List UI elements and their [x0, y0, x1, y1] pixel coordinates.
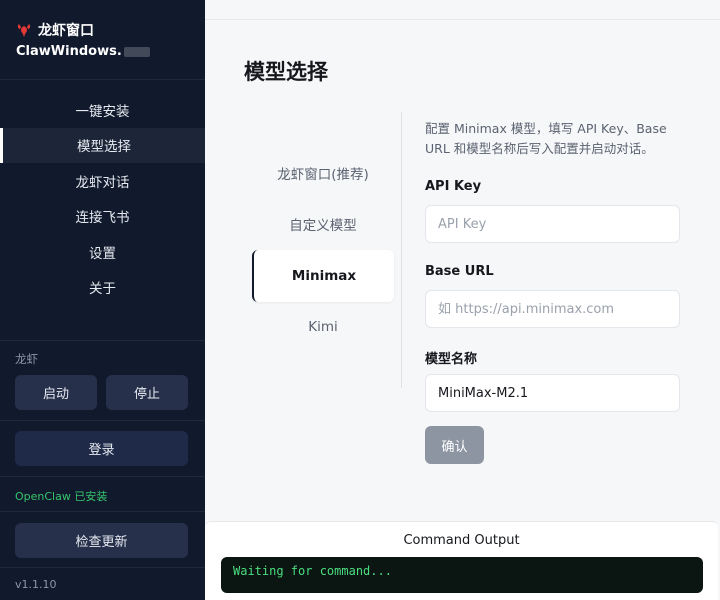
- config-form: 配置 Minimax 模型，填写 API Key、Base URL 和模型名称后…: [425, 119, 681, 464]
- divider: [0, 340, 205, 341]
- app-title: 龙虾窗口: [38, 23, 94, 39]
- page-title: 模型选择: [244, 60, 328, 84]
- confirm-button[interactable]: 确认: [425, 426, 484, 464]
- divider: [0, 420, 205, 421]
- sidebar-item-feishu[interactable]: 连接飞书: [0, 199, 205, 235]
- model-name-label: 模型名称: [425, 352, 478, 367]
- brand-row: 龙虾窗口: [16, 20, 150, 40]
- vertical-divider: [401, 112, 402, 388]
- install-status: OpenClaw 已安装: [15, 490, 108, 503]
- sidebar-item-install[interactable]: 一键安装: [0, 92, 205, 128]
- api-key-label: API Key: [425, 179, 482, 194]
- sidebar-item-about[interactable]: 关于: [0, 270, 205, 306]
- start-button[interactable]: 启动: [15, 375, 97, 410]
- divider: [0, 476, 205, 477]
- tab-minimax[interactable]: Minimax: [252, 250, 394, 302]
- form-description: 配置 Minimax 模型，填写 API Key、Base URL 和模型名称后…: [425, 121, 667, 156]
- command-output-panel: Command Output Waiting for command...: [205, 521, 718, 600]
- main-content: 模型选择 龙虾窗口(推荐) 自定义模型 Minimax Kimi 配置 Mini…: [205, 0, 720, 600]
- lobster-icon: [17, 24, 31, 37]
- app-subtitle: ClawWindows.: [16, 44, 150, 59]
- divider: [0, 567, 205, 568]
- sidebar-item-settings[interactable]: 设置: [0, 234, 205, 270]
- tab-claw-window[interactable]: 龙虾窗口(推荐): [252, 147, 394, 199]
- login-button[interactable]: 登录: [15, 431, 188, 466]
- model-name-input[interactable]: [425, 374, 680, 412]
- tab-kimi[interactable]: Kimi: [252, 302, 394, 354]
- section-label: 龙虾: [15, 352, 38, 366]
- sidebar-item-chat[interactable]: 龙虾对话: [0, 163, 205, 199]
- app-subtitle-text: ClawWindows.: [16, 44, 122, 59]
- brand: 龙虾窗口 ClawWindows.: [16, 20, 150, 59]
- model-tabs: 龙虾窗口(推荐) 自定义模型 Minimax Kimi: [252, 147, 394, 353]
- tab-custom-model[interactable]: 自定义模型: [252, 199, 394, 251]
- base-url-input[interactable]: [425, 290, 680, 328]
- command-output-terminal: Waiting for command...: [221, 557, 703, 593]
- base-url-label: Base URL: [425, 264, 494, 279]
- divider: [0, 79, 205, 80]
- top-bar: [205, 0, 720, 20]
- check-update-button[interactable]: 检查更新: [15, 523, 188, 558]
- sidebar: 龙虾窗口 ClawWindows. 一键安装 模型选择 龙虾对话 连接飞书 设置…: [0, 0, 205, 600]
- version-label: v1.1.10: [15, 578, 57, 591]
- sidebar-item-model-select[interactable]: 模型选择: [0, 127, 205, 163]
- api-key-input[interactable]: [425, 205, 680, 243]
- divider: [0, 511, 205, 512]
- stop-button[interactable]: 停止: [106, 375, 188, 410]
- command-output-title: Command Output: [403, 533, 520, 548]
- redacted-text: [123, 46, 150, 57]
- sidebar-nav: 一键安装 模型选择 龙虾对话 连接飞书 设置 关于: [0, 92, 205, 305]
